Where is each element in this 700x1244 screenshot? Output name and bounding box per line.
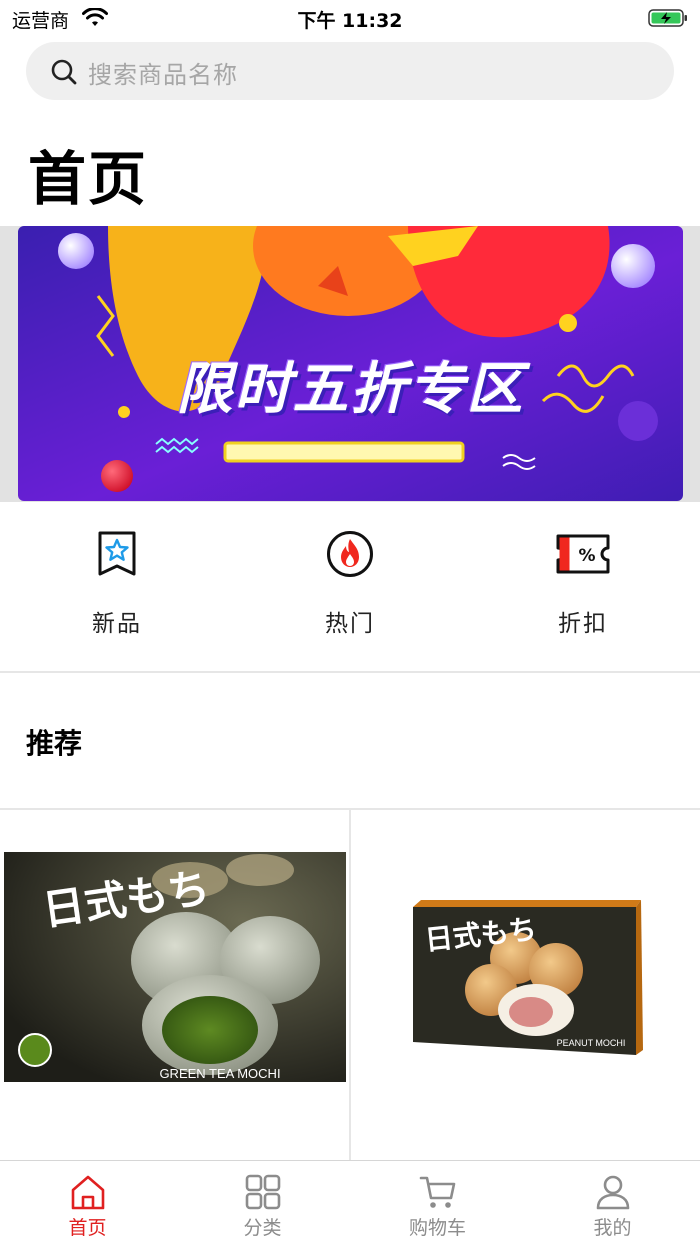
banner-title: 限时五折专区 (176, 357, 525, 422)
status-bar: 运营商 下午 11:32 (0, 0, 700, 36)
promo-banner[interactable]: 限时五折专区 (18, 226, 683, 501)
tab-label: 购物车 (408, 1217, 466, 1239)
search-icon (51, 59, 77, 85)
tab-category[interactable]: 分类 (175, 1161, 350, 1244)
home-icon (71, 1175, 105, 1210)
green-tea-mochi-image: 日式もち GREEN TEA MOCHI (4, 852, 346, 1082)
discount-ticket-icon: % (556, 534, 610, 574)
tab-profile[interactable]: 我的 (525, 1161, 700, 1244)
box-caption-text: PEANUT MOCHI (557, 1038, 626, 1048)
product-card[interactable]: 日式もち PEANUT MOCHI (351, 810, 700, 1160)
tab-label: 分类 (243, 1217, 282, 1239)
tab-home[interactable]: 首页 (0, 1161, 175, 1244)
peanut-mochi-image: 日式もち PEANUT MOCHI (413, 900, 643, 1055)
hot-flame-icon (327, 531, 373, 577)
shortcut-new-products[interactable]: 新品 (0, 520, 234, 650)
tab-label: 我的 (593, 1217, 632, 1239)
section-divider (0, 671, 700, 673)
tab-bar: 首页 分类 购物车 我的 (0, 1160, 700, 1244)
product-divider (349, 810, 351, 1160)
shortcut-hot[interactable]: 热门 (233, 520, 467, 650)
new-product-bookmark-star-icon (98, 531, 136, 576)
user-icon (596, 1175, 630, 1210)
shortcut-label: 热门 (325, 611, 375, 637)
status-time: 下午 11:32 (297, 10, 403, 32)
search-placeholder: 搜索商品名称 (88, 61, 238, 89)
cart-icon (419, 1176, 456, 1208)
box-caption-text: GREEN TEA MOCHI (159, 1066, 280, 1081)
tab-label: 首页 (68, 1217, 107, 1239)
category-grid-icon (245, 1174, 281, 1210)
shortcut-label: 折扣 (558, 611, 608, 637)
svg-text:%: % (578, 546, 595, 566)
section-title: 推荐 (26, 727, 83, 760)
shortcut-label: 新品 (92, 611, 142, 637)
page-title: 首页 (28, 145, 149, 213)
shortcut-discount[interactable]: % 折扣 (466, 520, 700, 650)
product-card[interactable]: 日式もち GREEN TEA MOCHI (0, 810, 349, 1160)
search-input[interactable]: 搜索商品名称 (26, 42, 674, 100)
battery-charging-icon (648, 9, 687, 27)
tab-cart[interactable]: 购物车 (350, 1161, 525, 1244)
